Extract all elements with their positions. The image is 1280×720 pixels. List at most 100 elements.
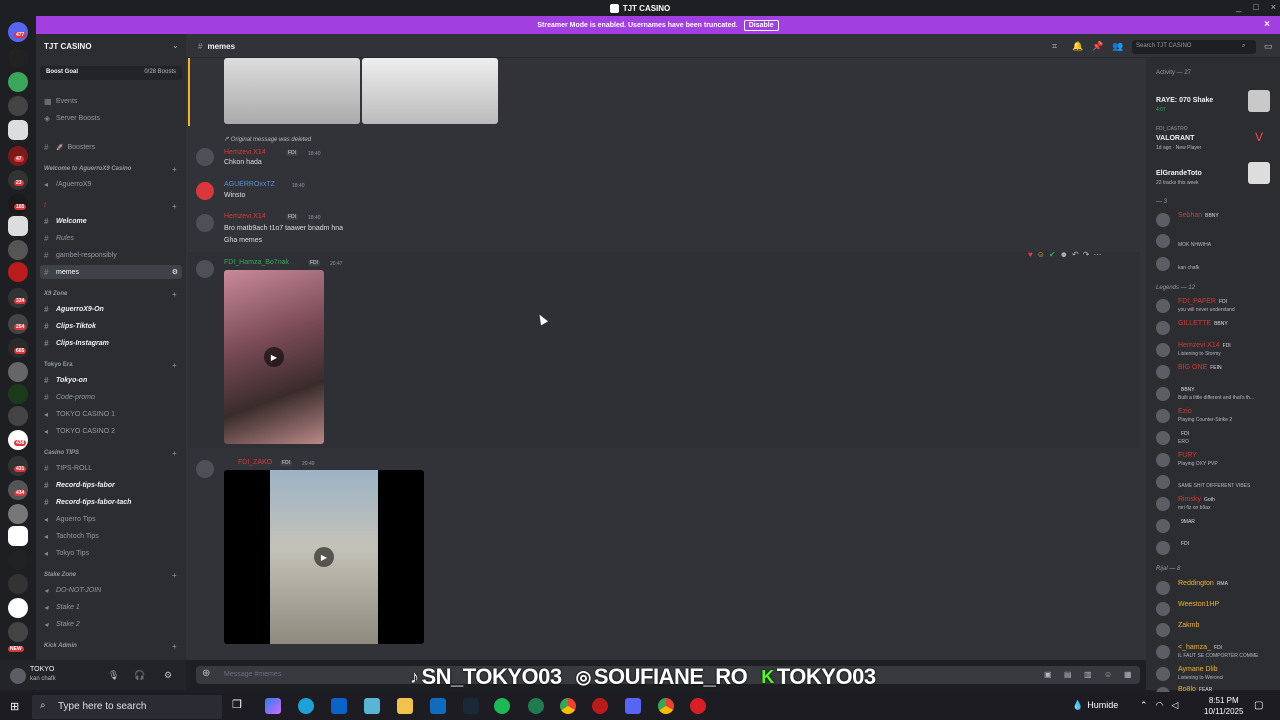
add-channel-icon[interactable]: + [172, 202, 177, 211]
inbox-icon[interactable]: ▭ [1264, 41, 1273, 52]
settings-gear-icon[interactable]: ⚙ [164, 670, 172, 681]
sidebar-item-rules[interactable]: # Rules [44, 234, 74, 243]
pin-icon[interactable]: 📌 [1092, 41, 1103, 52]
avatar[interactable] [196, 460, 214, 478]
sticker-icon[interactable]: ▥ [1084, 670, 1092, 679]
system-tray[interactable]: ⌃ ◠ ◁ [1140, 700, 1178, 711]
play-icon[interactable]: ▶ [314, 547, 334, 567]
sidebar-item-memes[interactable]: # memes ⚙ [40, 265, 182, 279]
maximize-button[interactable]: □ [1253, 2, 1258, 12]
member-row[interactable]: MOK NHWIHA [1150, 231, 1276, 251]
avatar[interactable] [1156, 213, 1170, 227]
store-icon[interactable] [331, 698, 347, 714]
server-icon[interactable] [8, 526, 28, 546]
avatar[interactable] [1156, 387, 1170, 401]
reply-icon[interactable]: ↶ [1072, 250, 1079, 259]
spotify-icon[interactable] [494, 698, 510, 714]
message-author[interactable]: Hemzevi X14 [224, 213, 266, 220]
chrome-icon[interactable] [560, 698, 576, 714]
avatar[interactable] [1156, 343, 1170, 357]
server-icon[interactable] [8, 504, 28, 524]
edge-icon[interactable] [298, 698, 314, 714]
clock[interactable]: 8:51 PM 10/11/2025 [1204, 695, 1243, 717]
accessibility-icon[interactable] [8, 598, 28, 618]
search-input[interactable]: Search TJT CASINO ⌕ [1132, 40, 1256, 54]
member-row[interactable]: Aymane Dlib Listening to Weronci [1150, 664, 1276, 684]
avatar[interactable] [1156, 321, 1170, 335]
member-row[interactable]: Rimsky Goth mri fiz on b9ax [1150, 494, 1276, 514]
check-reaction-icon[interactable]: ✔ [1049, 250, 1056, 259]
sidebar-item-tachtoch-tips[interactable]: ◂ Tachtoch Tips [44, 532, 99, 541]
steam-icon[interactable] [463, 698, 479, 714]
sidebar-item-record-tips-fabor-tach[interactable]: # Record-tips-fabor-tach [44, 498, 131, 507]
sidebar-item-server-boosts[interactable]: ◈ Server Boosts [44, 114, 100, 123]
app-icon[interactable] [592, 698, 608, 714]
category-kick-admin[interactable]: Kick Admin [44, 643, 77, 649]
play-icon[interactable]: ▶ [264, 347, 284, 367]
avatar[interactable] [10, 668, 26, 684]
activity-title[interactable]: RAYE: 070 Shake [1156, 97, 1213, 104]
server-icon[interactable] [8, 48, 28, 68]
sidebar-item-do-not-join[interactable]: ◂ DO-NOT-JOIN [44, 586, 101, 595]
member-row[interactable]: Weeston1HP [1150, 599, 1276, 619]
sidebar-item-tokyo-tips[interactable]: ◂ Tokyo Tips [44, 549, 89, 558]
server-icon[interactable] [8, 550, 28, 570]
category-welcome[interactable]: Welcome to AguerroX9 Casino [44, 166, 131, 172]
chevron-down-icon[interactable]: ⌄ [172, 41, 179, 50]
server-name[interactable]: TJT CASINO [44, 42, 92, 51]
activity-title[interactable]: VALORANT [1156, 135, 1194, 142]
gift-icon[interactable]: ▣ [1044, 670, 1052, 679]
member-row[interactable]: FDI ERO [1150, 428, 1276, 448]
emoji-icon[interactable]: ☺ [1104, 670, 1112, 679]
members-icon[interactable]: 👥 [1112, 41, 1123, 52]
avatar[interactable] [196, 260, 214, 278]
avatar[interactable] [1156, 234, 1170, 248]
copilot-icon[interactable] [265, 698, 281, 714]
avatar[interactable] [1156, 431, 1170, 445]
sidebar-item-stake-1[interactable]: ◂ Stake 1 [44, 603, 80, 612]
member-row[interactable]: FURY Playing OXY PVP [1150, 450, 1276, 470]
chrome-icon[interactable] [658, 698, 674, 714]
member-row[interactable]: Reddington RMA [1150, 578, 1276, 598]
sidebar-item-welcome[interactable]: # Welcome [44, 217, 87, 226]
task-view-icon[interactable]: ❐ [232, 698, 248, 714]
member-row[interactable]: Ezio Playing Counter-Strike 2 [1150, 406, 1276, 426]
forward-icon[interactable]: ↷ [1083, 250, 1090, 259]
add-channel-icon[interactable]: + [172, 449, 177, 458]
avatar[interactable] [1156, 257, 1170, 271]
avatar[interactable] [1156, 519, 1170, 533]
category-tokyo-era[interactable]: Tokyo Era [44, 362, 73, 368]
member-row[interactable]: Sebhan BBNY [1150, 210, 1276, 230]
gear-icon[interactable]: ⚙ [172, 268, 178, 276]
server-icon[interactable] [8, 96, 28, 116]
server-icon[interactable] [8, 362, 28, 382]
image-attachment[interactable] [362, 58, 498, 124]
microphone-icon[interactable]: 🎙 [108, 670, 119, 681]
avatar[interactable] [1156, 581, 1170, 595]
server-icon[interactable] [8, 240, 28, 260]
minimize-button[interactable]: _ [1236, 2, 1241, 12]
sidebar-item-tips-roll[interactable]: # TIPS-ROLL [44, 464, 92, 473]
sidebar-item-code-promo[interactable]: # Code-promo [44, 393, 95, 402]
more-options-icon[interactable]: ⋯ [1093, 250, 1101, 259]
avatar[interactable] [1156, 475, 1170, 489]
app-icon[interactable] [528, 698, 544, 714]
avatar[interactable] [1156, 453, 1170, 467]
add-channel-icon[interactable]: + [172, 642, 177, 651]
activity-title[interactable]: ElGrandeToto [1156, 170, 1202, 177]
member-row[interactable]: GILLETTE BBNY [1150, 318, 1276, 338]
heart-reaction-icon[interactable]: ♥ [1028, 250, 1033, 259]
sidebar-item-clips-tiktok[interactable]: # Clips-Tiktok [44, 322, 96, 331]
sidebar-item-aguerro-tips[interactable]: ◂ Aguerro Tips [44, 515, 96, 524]
sidebar-item-boosters[interactable]: # 🚀 Boosters [44, 143, 95, 152]
sidebar-item-record-tips-fabor[interactable]: # Record-tips-fabor [44, 481, 115, 490]
member-row[interactable]: <_hamza_ FDI IL FAUT SE COMPORTER COMME [1150, 642, 1276, 662]
avatar[interactable] [1156, 623, 1170, 637]
server-icon[interactable] [8, 622, 28, 642]
threads-icon[interactable]: ⌗ [1052, 41, 1057, 52]
category-bang[interactable]: ! [44, 203, 46, 209]
avatar[interactable] [1156, 497, 1170, 511]
disable-streamer-button[interactable]: Disable [743, 19, 779, 31]
server-icon[interactable] [8, 262, 28, 282]
avatar[interactable] [1156, 667, 1170, 681]
